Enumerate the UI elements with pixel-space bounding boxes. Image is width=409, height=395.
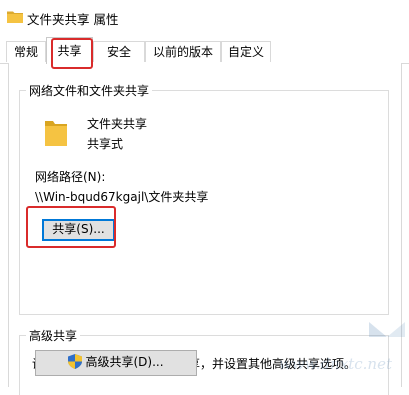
tab-previous-versions[interactable]: 以前的版本	[145, 41, 221, 62]
tab-label: 自定义	[227, 45, 264, 59]
group-title: 高级共享	[26, 327, 81, 344]
folder-icon	[7, 11, 23, 23]
share-status: 共享式	[87, 137, 124, 151]
tab-label: 常规	[13, 45, 38, 59]
group-title: 网络文件和文件夹共享	[26, 82, 153, 99]
uac-shield-icon	[68, 354, 83, 369]
sharing-panel: 网络文件和文件夹共享 文件夹共享 共享式 网络路径(N): \\Win-bqud…	[8, 63, 402, 395]
tab-label: 共享	[57, 44, 82, 58]
tab-sharing[interactable]: 共享	[46, 37, 93, 64]
tab-label: 以前的版本	[152, 45, 213, 59]
network-sharing-group: 网络文件和文件夹共享 文件夹共享 共享式 网络路径(N): \\Win-bqud…	[19, 82, 389, 315]
share-button[interactable]: 共享(S)...	[42, 219, 115, 241]
tab-strip: 常规 共享 安全 以前的版本 自定义	[0, 36, 409, 64]
tab-customize[interactable]: 自定义	[221, 41, 271, 62]
share-button-label: 共享(S)...	[52, 222, 105, 236]
tab-general[interactable]: 常规	[6, 41, 46, 62]
advanced-sharing-button[interactable]: 高级共享(D)...	[35, 350, 197, 376]
folder-icon	[45, 121, 67, 146]
window-title: 文件夹共享 属性	[27, 12, 119, 27]
title-bar: 文件夹共享 属性	[0, 0, 409, 36]
network-path-label: 网络路径(N):	[35, 170, 106, 184]
folder-name: 文件夹共享	[87, 117, 148, 131]
tab-security[interactable]: 安全	[93, 41, 145, 62]
advanced-sharing-button-label: 高级共享(D)...	[85, 355, 164, 369]
tab-label: 安全	[106, 45, 131, 59]
network-path-value: \\Win-bqud67kgajl\文件夹共享	[35, 190, 209, 204]
